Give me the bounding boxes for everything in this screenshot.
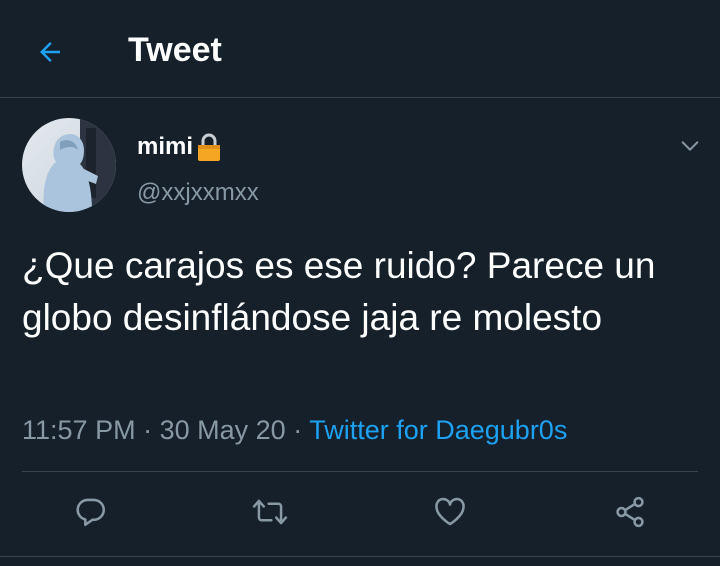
reply-icon <box>76 498 106 527</box>
share-icon <box>616 496 644 528</box>
retweet-icon <box>252 499 288 525</box>
share-button[interactable] <box>608 490 652 534</box>
meta-separator: · <box>143 415 153 445</box>
author-name-row[interactable]: mimi <box>137 132 222 162</box>
meta-separator: · <box>293 415 303 445</box>
reply-button[interactable] <box>69 490 113 534</box>
more-options-button[interactable] <box>676 132 704 160</box>
tweet-source-link[interactable]: Twitter for Daegubr0s <box>309 415 567 445</box>
avatar[interactable] <box>22 118 116 212</box>
lock-icon <box>196 132 222 162</box>
tweet-date[interactable]: 30 May 20 <box>160 415 286 445</box>
retweet-button[interactable] <box>248 490 292 534</box>
like-button[interactable] <box>428 490 472 534</box>
page-title: Tweet <box>128 31 222 69</box>
avatar-photo <box>22 118 116 212</box>
tweet-text: ¿Que carajos es ese ruido? Parece un glo… <box>22 245 656 338</box>
author-handle[interactable]: @xxjxxmxx <box>137 178 259 208</box>
tweet-actions <box>0 490 720 534</box>
heart-icon <box>435 497 465 526</box>
arrow-left-icon <box>40 42 60 62</box>
divider <box>0 556 720 557</box>
top-app-bar: Tweet <box>0 0 720 98</box>
tweet-meta: 11:57 PM · 30 May 20 · Twitter for Daegu… <box>22 412 567 448</box>
back-button[interactable] <box>30 32 70 72</box>
display-name: mimi <box>137 133 194 160</box>
tweet-time[interactable]: 11:57 PM <box>22 415 136 445</box>
divider <box>22 471 698 472</box>
chevron-down-icon <box>681 141 699 151</box>
